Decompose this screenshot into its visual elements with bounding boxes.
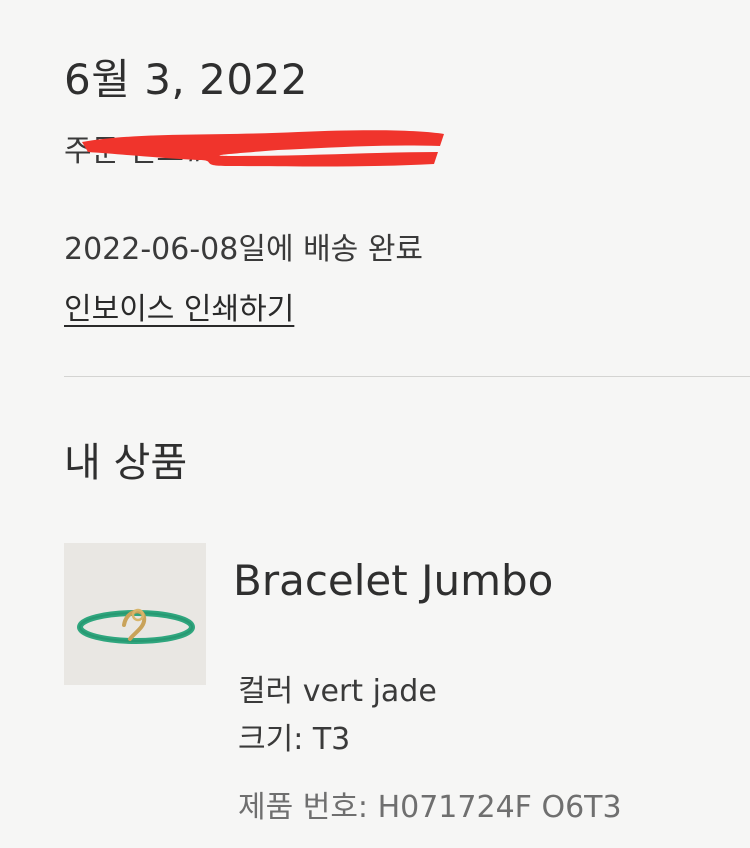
redaction-mark [82, 130, 444, 167]
print-invoice-link[interactable]: 인보이스 인쇄하기 [64, 284, 294, 328]
product-thumbnail[interactable] [64, 543, 206, 685]
product-size: 크기: T3 [238, 722, 351, 757]
order-number-row: 주문 번호# [64, 122, 464, 169]
delivery-status: 2022-06-08일에 배송 완료 [64, 232, 424, 267]
product-reference: 제품 번호: H071724F O6T3 [238, 790, 622, 825]
order-date: 6월 3, 2022 [64, 55, 309, 104]
section-divider [64, 376, 750, 377]
product-color: 컬러 vert jade [238, 674, 437, 709]
green-cord-bracelet-image [77, 608, 195, 644]
my-products-title: 내 상품 [64, 440, 188, 486]
product-name[interactable]: Bracelet Jumbo [233, 556, 553, 605]
